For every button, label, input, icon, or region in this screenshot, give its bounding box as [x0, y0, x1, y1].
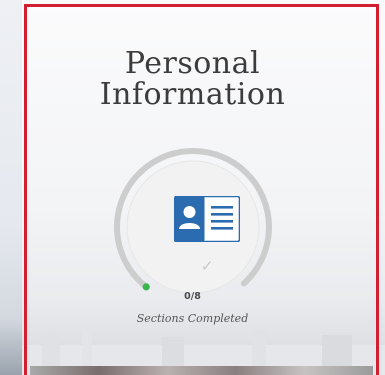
page-title: Personal Information — [0, 48, 385, 110]
progress-dot — [142, 283, 150, 291]
sections-completed-label: Sections Completed — [136, 312, 249, 325]
checkmark-icon: ✓ — [200, 257, 214, 275]
card-photo-strip — [30, 366, 373, 375]
title-line-1: Personal — [124, 46, 261, 81]
sections-completed-count: 0/8 — [184, 291, 201, 302]
id-card-icon — [173, 195, 241, 243]
title-line-2: Information — [99, 77, 286, 112]
